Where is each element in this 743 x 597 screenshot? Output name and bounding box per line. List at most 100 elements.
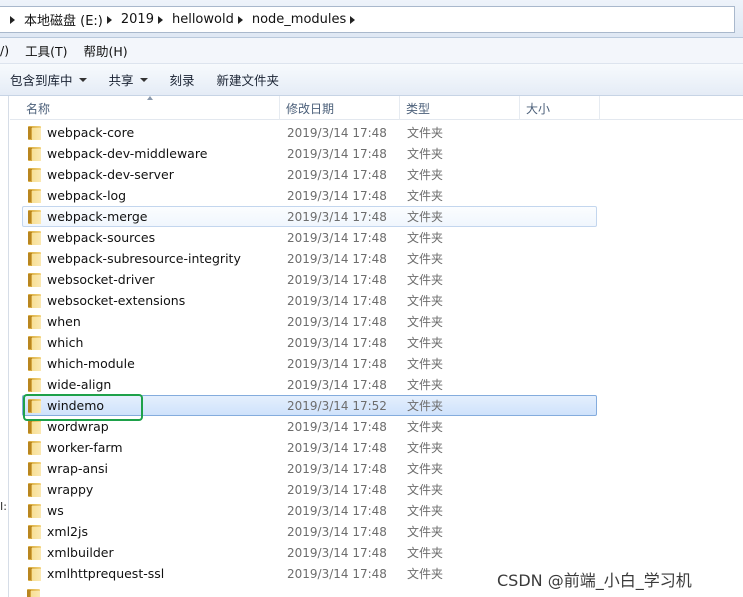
burn-button[interactable]: 刻录 [162,68,203,92]
file-type: 文件夹 [407,273,444,287]
file-type: 文件夹 [407,462,444,476]
file-row[interactable]: webpack-dev-server 2019/3/14 17:48 文件夹 [22,164,597,185]
file-row[interactable]: webpack-merge 2019/3/14 17:48 文件夹 [22,206,597,227]
folder-icon [28,294,41,308]
share-button[interactable]: 共享 [101,68,156,92]
column-header-date[interactable]: 修改日期 [280,96,400,120]
file-row[interactable]: worker-farm 2019/3/14 17:48 文件夹 [22,437,597,458]
file-name: worker-farm [47,440,123,455]
folder-icon [28,546,41,560]
file-name: xmlbuilder [47,545,114,560]
breadcrumb-local-disk[interactable]: 本地磁盘 (E:) [6,7,103,32]
file-date: 2019/3/14 17:48 [287,420,387,434]
file-row[interactable]: webpack-subresource-integrity 2019/3/14 1… [22,248,597,269]
file-type: 文件夹 [407,399,444,413]
file-type: 文件夹 [407,126,444,140]
file-row[interactable]: webpack-core 2019/3/14 17:48 文件夹 [22,122,597,143]
folder-icon [28,168,41,182]
column-header-name[interactable]: 名称 [20,96,280,120]
file-name: which [47,335,84,350]
file-name: xmlhttprequest-ssl [47,566,165,581]
file-name: which-module [47,356,135,371]
file-name: wide-align [47,377,112,392]
chevron-right-icon[interactable] [10,15,15,24]
file-name: ws [47,503,64,518]
file-type: 文件夹 [407,567,444,581]
file-type: 文件夹 [407,441,444,455]
file-row[interactable]: which-module 2019/3/14 17:48 文件夹 [22,353,597,374]
file-list: webpack-core 2019/3/14 17:48 文件夹 webpack-de… [22,122,597,584]
file-row[interactable]: xml2js 2019/3/14 17:48 文件夹 [22,521,597,542]
file-date: 2019/3/14 17:48 [287,189,387,203]
file-type: 文件夹 [407,504,444,518]
chevron-right-icon[interactable] [350,15,356,24]
folder-icon [28,441,41,455]
menu-tools[interactable]: 工具(T) [17,41,75,60]
address-bar[interactable]: 本地磁盘 (E:) 2019 hellowold node_modules [0,6,735,33]
annotation-highlight-box [23,394,143,421]
address-bar-container: 本地磁盘 (E:) 2019 hellowold node_modules [0,0,743,38]
navigation-pane[interactable]: I: [0,96,9,597]
file-type: 文件夹 [407,210,444,224]
file-type: 文件夹 [407,189,444,203]
file-type: 文件夹 [407,336,444,350]
folder-icon [28,315,41,329]
menu-view-fragment[interactable]: /) [0,43,17,58]
file-row[interactable]: webpack-dev-middleware 2019/3/14 17:48 文件夹 [22,143,597,164]
file-row[interactable]: websocket-driver 2019/3/14 17:48 文件夹 [22,269,597,290]
file-date: 2019/3/14 17:52 [287,399,387,413]
file-date: 2019/3/14 17:48 [287,336,387,350]
folder-icon [28,567,41,581]
folder-icon [28,504,41,518]
file-date: 2019/3/14 17:48 [287,441,387,455]
menu-bar: /) 工具(T) 帮助(H) [0,38,743,64]
breadcrumb-2019[interactable]: 2019 [103,7,154,32]
breadcrumb-hellowold[interactable]: hellowold [154,7,234,32]
folder-icon [28,378,41,392]
file-date: 2019/3/14 17:48 [287,462,387,476]
file-row[interactable]: websocket-extensions 2019/3/14 17:48 文件夹 [22,290,597,311]
file-type: 文件夹 [407,546,444,560]
file-date: 2019/3/14 17:48 [287,357,387,371]
file-date: 2019/3/14 17:48 [287,210,387,224]
file-type: 文件夹 [407,525,444,539]
folder-icon [28,189,41,203]
file-row[interactable]: which 2019/3/14 17:48 文件夹 [22,332,597,353]
file-date: 2019/3/14 17:48 [287,315,387,329]
file-row[interactable]: wide-align 2019/3/14 17:48 文件夹 [22,374,597,395]
menu-help[interactable]: 帮助(H) [75,41,135,60]
command-toolbar: 包含到库中 共享 刻录 新建文件夹 [0,64,743,96]
file-type: 文件夹 [407,315,444,329]
file-type: 文件夹 [407,168,444,182]
file-date: 2019/3/14 17:48 [287,126,387,140]
column-header-type[interactable]: 类型 [400,96,520,120]
file-date: 2019/3/14 17:48 [287,252,387,266]
file-row[interactable]: when 2019/3/14 17:48 文件夹 [22,311,597,332]
file-date: 2019/3/14 17:48 [287,147,387,161]
file-date: 2019/3/14 17:48 [287,273,387,287]
file-row[interactable]: wrappy 2019/3/14 17:48 文件夹 [22,479,597,500]
chevron-right-icon[interactable] [157,15,163,24]
file-row[interactable]: wrap-ansi 2019/3/14 17:48 文件夹 [22,458,597,479]
chevron-right-icon[interactable] [237,15,243,24]
file-name: webpack-dev-server [47,167,174,182]
chevron-right-icon[interactable] [106,15,112,24]
breadcrumb-node-modules[interactable]: node_modules [234,7,364,32]
file-date: 2019/3/14 17:48 [287,525,387,539]
column-header-size[interactable]: 大小 [520,96,600,120]
include-in-library-button[interactable]: 包含到库中 [2,68,95,92]
file-type: 文件夹 [407,357,444,371]
file-row[interactable]: webpack-log 2019/3/14 17:48 文件夹 [22,185,597,206]
file-name: websocket-extensions [47,293,186,308]
file-date: 2019/3/14 17:48 [287,546,387,560]
file-date: 2019/3/14 17:48 [287,294,387,308]
file-row[interactable]: xmlbuilder 2019/3/14 17:48 文件夹 [22,542,597,563]
file-row[interactable]: webpack-sources 2019/3/14 17:48 文件夹 [22,227,597,248]
file-row[interactable]: ws 2019/3/14 17:48 文件夹 [22,500,597,521]
new-folder-button[interactable]: 新建文件夹 [209,68,288,92]
folder-icon [28,273,41,287]
folder-icon [28,252,41,266]
file-name: webpack-dev-middleware [47,146,208,161]
file-type: 文件夹 [407,294,444,308]
file-name: webpack-merge [47,209,148,224]
